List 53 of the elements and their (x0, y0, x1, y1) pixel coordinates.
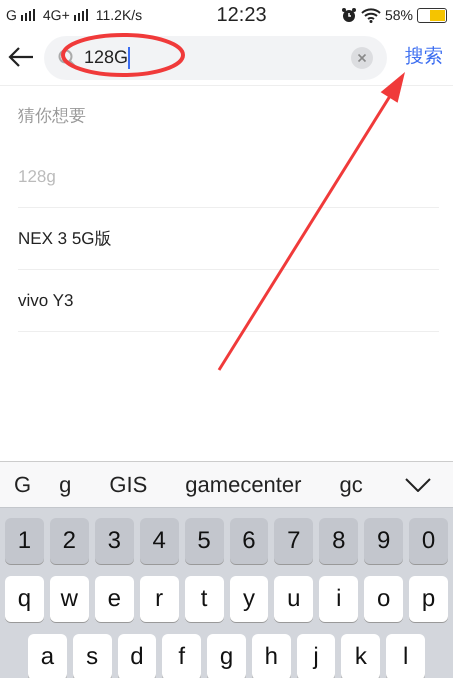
keyboard-key[interactable]: h (252, 634, 291, 678)
candidate-word[interactable]: G (14, 468, 32, 501)
keyboard-key[interactable]: s (72, 634, 112, 678)
keyboard-key[interactable]: 5 (184, 518, 224, 564)
keyboard-key[interactable]: 7 (274, 518, 314, 564)
network-speed: 11.2K/s (96, 6, 142, 24)
suggestion-item[interactable]: NEX 3 5G版 (18, 208, 439, 270)
battery-icon (417, 8, 447, 22)
keyboard-key[interactable]: l (386, 634, 425, 678)
keyboard-key[interactable]: a (28, 634, 67, 678)
candidate-word[interactable]: GIS (109, 468, 148, 501)
keyboard-key[interactable]: q (5, 576, 44, 622)
search-icon (58, 48, 76, 66)
keyboard-key[interactable]: r (140, 576, 179, 622)
alarm-icon (340, 7, 357, 23)
keyboard-key[interactable]: 3 (94, 518, 134, 564)
keyboard-key[interactable]: j (296, 634, 336, 678)
keyboard-key[interactable]: e (94, 576, 134, 622)
search-field[interactable]: 128G (44, 36, 387, 80)
keyboard-key[interactable]: t (184, 576, 224, 622)
keyboard-key[interactable]: f (162, 634, 202, 678)
section-heading: 猜你想要 (18, 105, 87, 128)
keyboard-key[interactable]: 9 (364, 518, 404, 564)
keyboard-key[interactable]: 6 (230, 518, 268, 564)
keyboard-key[interactable]: 8 (319, 518, 358, 564)
keyboard-key[interactable]: o (364, 576, 404, 622)
clear-button[interactable] (351, 46, 373, 68)
keyboard-key[interactable]: u (274, 576, 314, 622)
signal-icon (74, 9, 88, 21)
keyboard-key[interactable]: 0 (409, 518, 448, 564)
candidate-word[interactable]: gamecenter (185, 468, 302, 501)
candidate-word[interactable]: gc (339, 468, 363, 501)
network-type: 4G+ (42, 6, 70, 24)
back-button[interactable] (8, 46, 34, 70)
battery-percent: 58% (384, 6, 413, 24)
keyboard-key[interactable]: w (50, 576, 89, 622)
keyboard-key[interactable]: 2 (50, 518, 89, 564)
wifi-icon (360, 8, 381, 22)
search-button[interactable]: 搜索 (405, 43, 443, 72)
keyboard-key[interactable]: k (341, 634, 380, 678)
keyboard-key[interactable]: i (319, 576, 358, 622)
keyboard-key[interactable]: d (118, 634, 156, 678)
keyboard-key[interactable]: p (409, 576, 448, 622)
keyboard-key[interactable]: y (230, 576, 268, 622)
keyboard-key[interactable]: g (207, 634, 246, 678)
keyboard-key[interactable]: 4 (140, 518, 179, 564)
clock-time: 12:23 (216, 3, 267, 28)
candidate-word[interactable]: g (59, 468, 72, 501)
keyboard-key[interactable]: 1 (5, 518, 44, 564)
chevron-down-icon (405, 478, 431, 492)
signal-icon (20, 9, 35, 21)
suggestion-item[interactable]: vivo Y3 (18, 270, 439, 332)
carrier-label: G (6, 6, 17, 24)
